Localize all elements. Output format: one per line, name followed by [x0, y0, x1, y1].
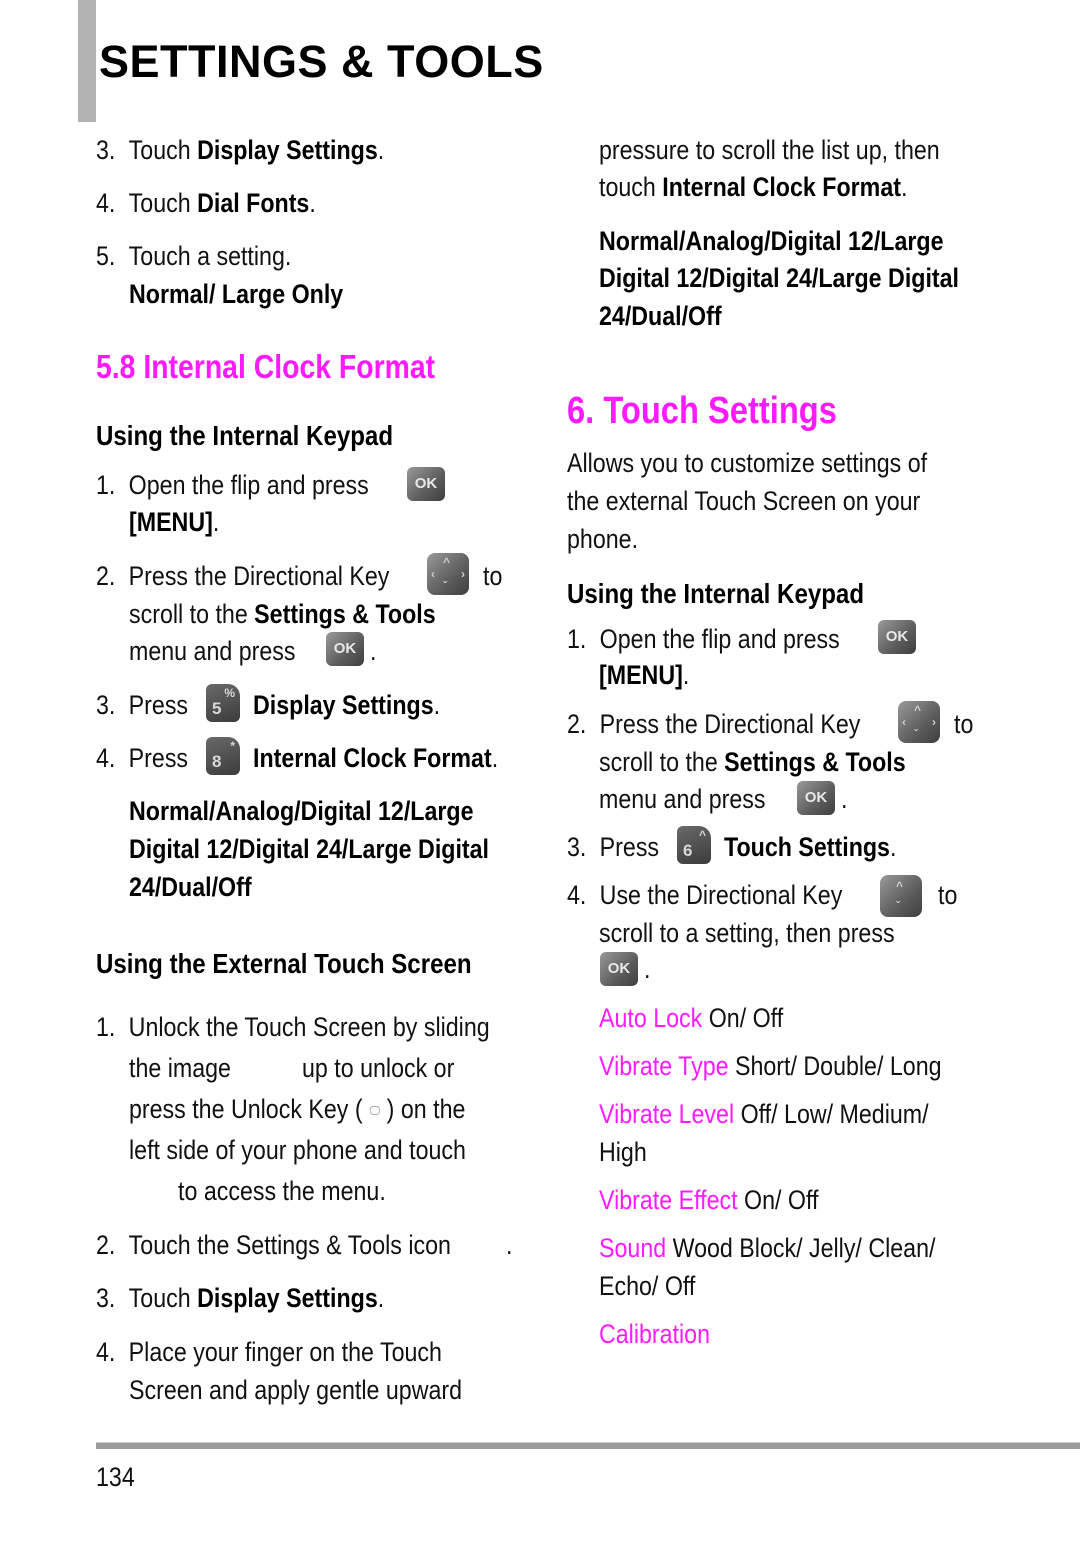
keypad-step-4-line2: scroll to a setting, then press	[599, 918, 895, 948]
keypad-step-2-line3: menu and press	[129, 636, 296, 666]
touch-step-1: 1. Unlock the Touch Screen by sliding	[96, 1012, 490, 1042]
touch-step-4: 4. Place your finger on the Touch	[96, 1337, 442, 1367]
keypad-step-1-line2: [MENU].	[129, 507, 220, 537]
clock-options-line: Normal/Analog/Digital 12/Large	[599, 226, 944, 256]
section-heading-internal-clock: 5.8 Internal Clock Format	[96, 348, 436, 385]
keypad-step-2-period: .	[841, 784, 848, 814]
ok-key-icon: OK	[326, 632, 364, 666]
keypad-step-4-to: to	[938, 880, 958, 910]
page-title: SETTINGS & TOOLS	[99, 36, 544, 87]
keypad-step-1: 1. Open the flip and press	[567, 624, 840, 654]
keypad-step-1: 1. Open the flip and press	[96, 470, 369, 500]
keypad-step-2-to: to	[954, 709, 974, 739]
setting-vibrate-type: Vibrate Type Short/ Double/ Long	[599, 1051, 942, 1081]
key-6-icon: 6 ^	[677, 826, 711, 864]
page-number: 134	[96, 1462, 135, 1492]
touch-step-1-line4: left side of your phone and touch	[129, 1135, 466, 1165]
touch-step-3: 3. Touch Display Settings.	[96, 1283, 385, 1313]
clock-options-line: 24/Dual/Off	[599, 301, 722, 331]
setting-sound: Sound Wood Block/ Jelly/ Clean/	[599, 1233, 936, 1263]
unlock-key-icon	[369, 1106, 380, 1116]
subheading-external-touch: Using the External Touch Screen	[96, 948, 472, 979]
subheading-internal-keypad: Using the Internal Keypad	[567, 578, 865, 609]
setting-vibrate-level: Vibrate Level Off/ Low/ Medium/	[599, 1099, 929, 1129]
setting-vibrate-effect: Vibrate Effect On/ Off	[599, 1185, 819, 1215]
description-line: Allows you to customize settings of	[567, 448, 928, 478]
keypad-step-2-to: to	[483, 561, 503, 591]
touch-step-1-line3: press the Unlock Key () on the	[129, 1094, 466, 1124]
keypad-step-3-target: Display Settings.	[253, 690, 441, 720]
keypad-step-3-target: Touch Settings.	[724, 832, 897, 862]
setting-auto-lock: Auto Lock On/ Off	[599, 1003, 784, 1033]
directional-key-icon: ^ ‹ › ˇ	[427, 553, 469, 595]
keypad-step-2: 2. Press the Directional Key	[567, 709, 861, 739]
ok-key-icon: OK	[878, 620, 916, 654]
description-line: phone.	[567, 524, 639, 554]
ok-key-icon: OK	[600, 952, 638, 986]
keypad-step-4-target: Internal Clock Format.	[253, 743, 499, 773]
touch-step-2: 2. Touch the Settings & Tools icon	[96, 1230, 451, 1260]
continued-line-1: pressure to scroll the list up, then	[599, 135, 940, 165]
clock-options-line: Normal/Analog/Digital 12/Large	[129, 796, 474, 826]
keypad-step-4-period: .	[644, 954, 651, 984]
touch-step-4-line2: Screen and apply gentle upward	[129, 1375, 463, 1405]
subheading-internal-keypad: Using the Internal Keypad	[96, 420, 394, 451]
ok-key-icon: OK	[797, 781, 835, 815]
touch-step-2-period: .	[506, 1230, 513, 1260]
clock-options-line: Digital 12/Digital 24/Large Digital	[599, 263, 960, 293]
continued-line-2: touch Internal Clock Format.	[599, 172, 908, 202]
keypad-step-2-line2: scroll to the Settings & Tools	[599, 747, 906, 777]
footer-rule	[96, 1442, 1080, 1449]
touch-step-1-line5: to access the menu.	[178, 1176, 386, 1206]
section-heading-touch-settings: 6. Touch Settings	[567, 390, 837, 432]
keypad-step-2: 2. Press the Directional Key	[96, 561, 390, 591]
clock-options-line: Digital 12/Digital 24/Large Digital	[129, 834, 490, 864]
step-5-options: Normal/ Large Only	[129, 279, 344, 309]
key-8-icon: 8 *	[206, 737, 240, 775]
keypad-step-1-line2: [MENU].	[599, 660, 690, 690]
step-3: 3. Touch Display Settings.	[96, 135, 385, 165]
setting-sound-cont: Echo/ Off	[599, 1271, 696, 1301]
keypad-step-4: 4. Use the Directional Key	[567, 880, 843, 910]
up-down-key-icon: ^ ˇ	[880, 875, 922, 917]
key-5-icon: 5%	[206, 684, 240, 722]
keypad-step-3: 3. Press	[567, 832, 660, 862]
keypad-step-2-line2: scroll to the Settings & Tools	[129, 599, 436, 629]
keypad-step-2-period: .	[370, 636, 377, 666]
step-4: 4. Touch Dial Fonts.	[96, 188, 316, 218]
touch-step-1-line2a: the image	[129, 1053, 231, 1083]
keypad-step-2-line3: menu and press	[599, 784, 766, 814]
description-line: the external Touch Screen on your	[567, 486, 921, 516]
clock-options-line: 24/Dual/Off	[129, 872, 252, 902]
directional-key-icon: ^ ‹ › ˇ	[898, 701, 940, 743]
keypad-step-4: 4. Press	[96, 743, 189, 773]
setting-vibrate-level-cont: High	[599, 1137, 647, 1167]
ok-key-icon: OK	[407, 467, 445, 501]
touch-step-1-line2b: up to unlock or	[302, 1053, 455, 1083]
setting-calibration: Calibration	[599, 1319, 711, 1349]
keypad-step-3: 3. Press	[96, 690, 189, 720]
step-5: 5. Touch a setting.	[96, 241, 292, 271]
chapter-side-bar	[78, 0, 96, 122]
